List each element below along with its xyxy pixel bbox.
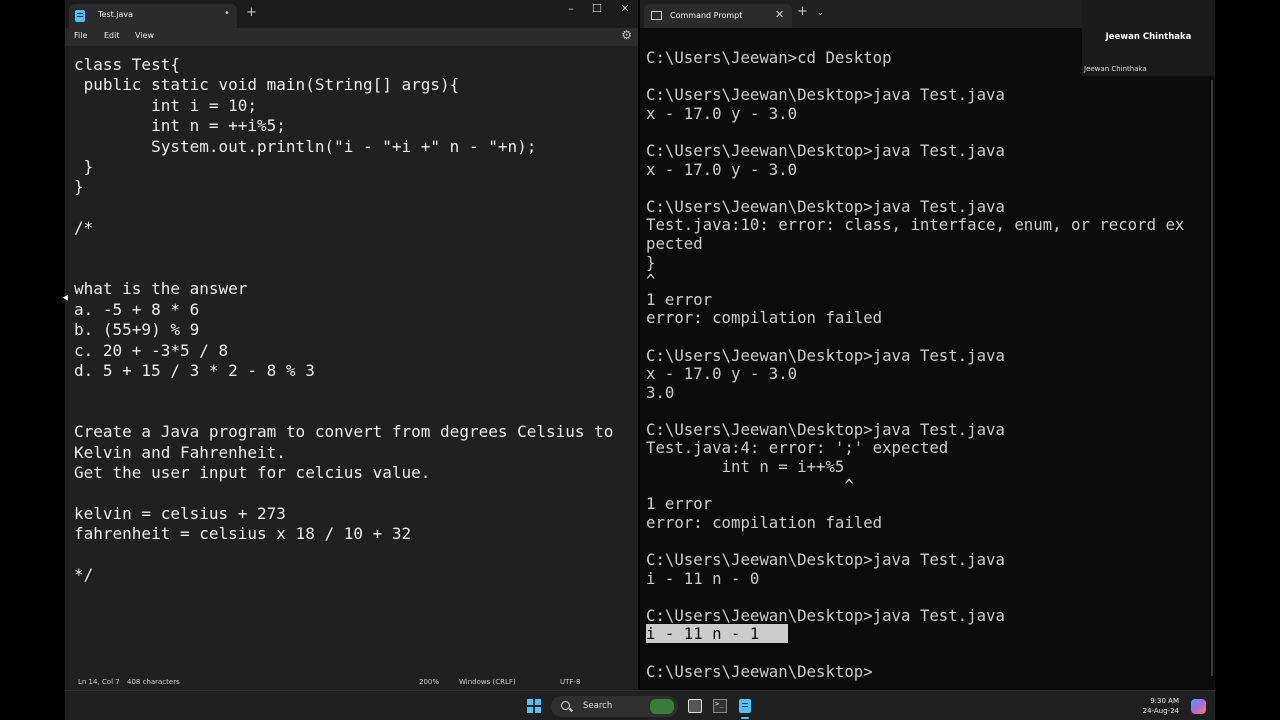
search-icon xyxy=(561,701,570,710)
terminal-text: C:\Users\Jeewan>cd Desktop C:\Users\Jeew… xyxy=(646,48,1185,625)
notepad-titlebar: Test.java • + – ☐ ✕ xyxy=(65,0,638,28)
cursor-position: Ln 14, Col 7 xyxy=(78,678,120,686)
copilot-icon[interactable] xyxy=(1191,699,1206,714)
clock-time[interactable]: 9:30 AM xyxy=(1150,697,1179,705)
terminal-icon[interactable] xyxy=(713,699,727,713)
tab-test-java[interactable]: Test.java • xyxy=(69,4,237,28)
terminal-output[interactable]: C:\Users\Jeewan>cd Desktop C:\Users\Jeew… xyxy=(646,48,1185,681)
notepad-window: Test.java • + – ☐ ✕ File Edit View ⚙ cla… xyxy=(65,0,638,690)
active-app-indicator xyxy=(741,717,749,719)
minimize-button[interactable]: – xyxy=(561,2,581,15)
task-view-icon[interactable] xyxy=(688,699,702,713)
character-count: 408 characters xyxy=(127,678,180,686)
unsaved-dot-icon[interactable]: • xyxy=(224,8,230,19)
tab-title: Test.java xyxy=(98,10,134,19)
search-highlight-icon xyxy=(650,699,674,714)
terminal-icon xyxy=(651,11,662,20)
new-tab-button[interactable]: + xyxy=(246,5,257,20)
menu-file[interactable]: File xyxy=(74,31,87,40)
search-label: Search xyxy=(583,701,613,711)
terminal-prompt: C:\Users\Jeewan\Desktop> xyxy=(646,661,873,681)
tab-title: Command Prompt xyxy=(670,11,743,20)
chevron-down-icon[interactable]: ⌄ xyxy=(817,8,824,17)
encoding[interactable]: UTF-8 xyxy=(560,678,580,686)
close-button[interactable]: ✕ xyxy=(615,2,635,15)
menu-view[interactable]: View xyxy=(135,31,154,40)
text-editor[interactable]: class Test{ public static void main(Stri… xyxy=(74,55,613,586)
menu-bar: File Edit View ⚙ xyxy=(65,28,638,46)
taskbar-search[interactable]: Search xyxy=(551,696,678,717)
menu-edit[interactable]: Edit xyxy=(104,31,120,40)
participant-label: Jeewan Chinthaka xyxy=(1084,65,1147,73)
status-bar: Ln 14, Col 7 408 characters 200% Windows… xyxy=(65,674,638,690)
selected-text[interactable]: i - 11 n - 1 xyxy=(646,624,788,644)
clock-date[interactable]: 24-Aug-24 xyxy=(1143,707,1179,715)
windows-start-icon[interactable] xyxy=(527,699,541,713)
zoom-level[interactable]: 200% xyxy=(419,678,439,686)
scrollbar[interactable] xyxy=(1211,80,1213,676)
line-ending[interactable]: Windows (CRLF) xyxy=(459,678,516,686)
tab-command-prompt[interactable]: Command Prompt ✕ xyxy=(644,4,792,28)
command-prompt-window: Command Prompt ✕ + ⌄ C:\Users\Jeewan>cd … xyxy=(640,0,1215,690)
notepad-icon xyxy=(75,10,85,22)
participant-tile: Jeewan Chinthaka Jeewan Chinthaka xyxy=(1082,0,1215,76)
participant-name: Jeewan Chinthaka xyxy=(1105,32,1192,42)
notepad-icon[interactable] xyxy=(739,699,751,713)
settings-gear-icon[interactable]: ⚙ xyxy=(621,28,632,42)
close-tab-icon[interactable]: ✕ xyxy=(775,8,784,21)
taskbar: Search 9:30 AM 24-Aug-24 xyxy=(65,690,1215,720)
new-tab-button[interactable]: + xyxy=(797,4,808,19)
maximize-button[interactable]: ☐ xyxy=(587,2,607,15)
